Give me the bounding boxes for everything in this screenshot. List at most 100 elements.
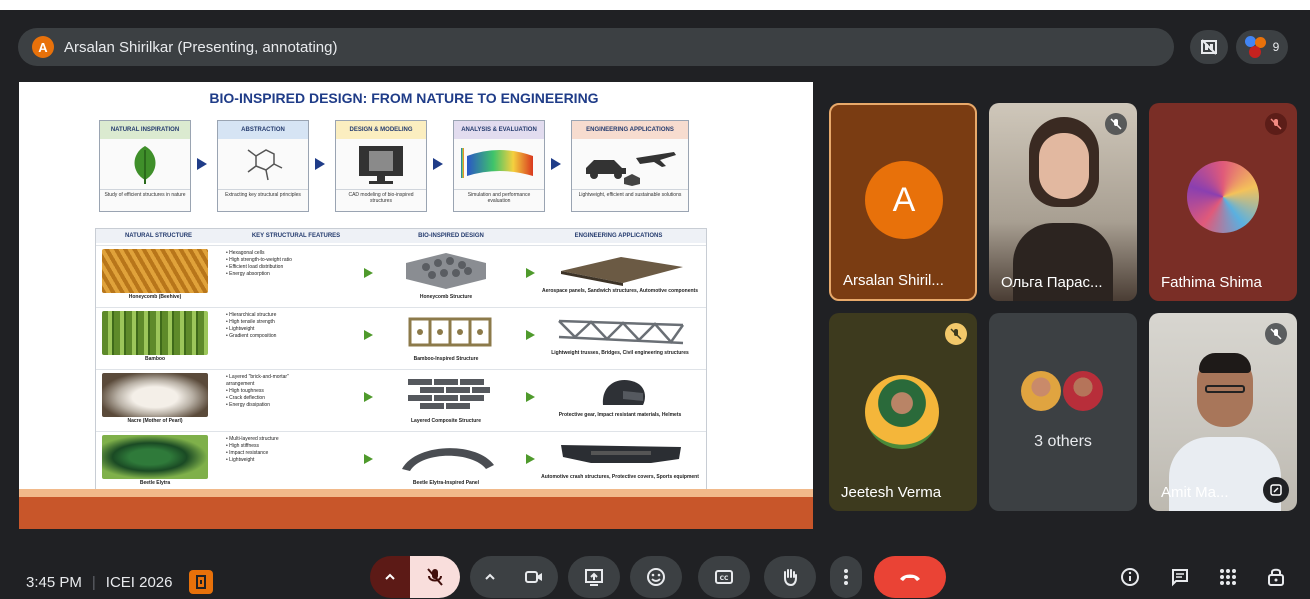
bumper-image	[551, 435, 691, 473]
bamboo-model-image	[386, 311, 506, 351]
feature-item: • Layered "brick-and-mortar"	[226, 374, 289, 380]
feature-item: • Hexagonal cells	[226, 250, 265, 256]
stage-heading: ENGINEERING APPLICATIONS	[572, 121, 688, 139]
participants-button[interactable]: 9	[1236, 30, 1288, 64]
slide-title: BIO-INSPIRED DESIGN: FROM NATURE TO ENGI…	[209, 90, 599, 106]
feature-item: • High tensile strength	[226, 319, 275, 325]
more-options-button[interactable]	[830, 556, 862, 598]
camera-button[interactable]	[510, 556, 558, 598]
design-name: Layered Composite Structure	[410, 418, 482, 424]
participant-name: Amit Ma...	[1161, 484, 1229, 501]
stage-analysis: ANALYSIS & EVALUATION Simulation and per…	[453, 120, 545, 212]
presenter-label: Arsalan Shirilkar (Presenting, annotatin…	[64, 38, 338, 56]
structure-name: Bamboo	[145, 356, 165, 362]
meeting-name: ICEI 2026	[105, 573, 173, 591]
stage-heading: DESIGN & MODELING	[336, 121, 426, 139]
layout-off-icon	[1201, 39, 1217, 55]
captions-button[interactable]: CC	[698, 556, 750, 598]
svg-text:CC: CC	[720, 575, 729, 582]
feature-item: • Multi-layered structure	[226, 436, 279, 442]
arrow-icon	[551, 158, 561, 170]
stage-caption: Extracting key structural principles	[218, 189, 308, 211]
arrow-icon	[197, 158, 207, 170]
feature-list: • Layered "brick-and-mortar" arrangement…	[226, 374, 356, 409]
arrow-icon	[433, 158, 443, 170]
meeting-details-button[interactable]	[1112, 556, 1148, 598]
feature-item: • Lightweight	[226, 457, 255, 463]
column-header: BIO-INSPIRED DESIGN	[371, 229, 531, 243]
table-row: Nacre (Mother of Pearl) • Layered "brick…	[96, 369, 706, 429]
leave-call-button[interactable]	[874, 556, 946, 598]
meet-window: A Arsalan Shirilkar (Presenting, annotat…	[0, 10, 1310, 599]
design-name: Honeycomb Structure	[419, 294, 473, 300]
meeting-info: 3:45 PM | ICEI 2026	[26, 570, 213, 594]
car-plane-icon	[572, 139, 688, 189]
presenter-bar[interactable]: A Arsalan Shirilkar (Presenting, annotat…	[18, 28, 1174, 66]
tile-arsalan[interactable]: A Arsalan Shiril...	[829, 103, 977, 301]
beetle-image	[102, 435, 208, 479]
others-label: 3 others	[1034, 433, 1092, 450]
face-shape	[1039, 133, 1089, 199]
host-controls-button[interactable]	[1258, 556, 1294, 598]
avatar	[1063, 371, 1103, 411]
monitor-icon	[336, 139, 426, 189]
panel-image	[551, 249, 691, 287]
arrow-icon	[526, 268, 535, 278]
feature-item: • Hierarchical structure	[226, 312, 277, 318]
stage-caption: Lightweight, efficient and sustainable s…	[572, 189, 688, 211]
nacre-image	[102, 373, 208, 417]
control-bar: 3:45 PM | ICEI 2026 CC	[0, 546, 1310, 599]
chat-button[interactable]	[1162, 556, 1198, 598]
hide-tiles-button[interactable]	[1190, 30, 1228, 64]
feature-item: • High strength-to-weight ratio	[226, 257, 292, 263]
info-icon	[1121, 568, 1139, 586]
slide-footer-band	[19, 489, 813, 529]
separator: |	[91, 573, 96, 591]
emoji-icon	[647, 568, 665, 586]
participants-avatars-icon	[1244, 36, 1267, 58]
tile-olga[interactable]: Ольга Парас...	[989, 103, 1137, 301]
pin-icon[interactable]	[1263, 477, 1289, 503]
arrow-icon	[315, 158, 325, 170]
feature-item: • Energy absorption	[226, 271, 270, 277]
stage-caption: Simulation and performance evaluation	[454, 189, 544, 211]
avatar: A	[865, 161, 943, 239]
tile-jeetesh[interactable]: Jeetesh Verma	[829, 313, 977, 511]
column-header: ENGINEERING APPLICATIONS	[531, 229, 706, 243]
reactions-button[interactable]	[630, 556, 682, 598]
microphone-button[interactable]	[410, 556, 460, 598]
raise-hand-button[interactable]	[764, 556, 816, 598]
stage-heading: ABSTRACTION	[218, 121, 308, 139]
avatar	[865, 375, 939, 449]
present-screen-button[interactable]	[568, 556, 620, 598]
layered-composite-image	[386, 373, 506, 413]
companion-mode-icon[interactable]	[188, 570, 213, 594]
tile-fathima[interactable]: Fathima Shima	[1149, 103, 1297, 301]
chevron-up-icon	[485, 573, 495, 580]
audio-options-button[interactable]	[370, 556, 410, 598]
structure-name: Honeycomb (Beehive)	[128, 294, 182, 300]
captions-icon: CC	[715, 570, 733, 584]
application-text: Automotive crash structures, Protective …	[541, 474, 699, 480]
apps-grid-icon	[1220, 569, 1236, 585]
feature-item: • Energy dissipation	[226, 402, 270, 408]
shared-screen: BIO-INSPIRED DESIGN: FROM NATURE TO ENGI…	[19, 82, 813, 529]
stage-natural-inspiration: NATURAL INSPIRATION Study of efficient s…	[99, 120, 191, 212]
tile-amit[interactable]: Amit Ma...	[1149, 313, 1297, 511]
table-row: Beetle Elytra • Multi-layered structure …	[96, 431, 706, 491]
arrow-icon	[526, 330, 535, 340]
video-options-button[interactable]	[470, 556, 510, 598]
arrow-icon	[526, 454, 535, 464]
stage-heading: NATURAL INSPIRATION	[100, 121, 190, 139]
tile-others[interactable]: 3 others	[989, 313, 1137, 511]
activities-button[interactable]	[1210, 556, 1246, 598]
glasses-shape	[1205, 385, 1245, 393]
stage-heading: ANALYSIS & EVALUATION	[454, 121, 544, 139]
feature-item: • Gradient composition	[226, 333, 277, 339]
presenter-avatar: A	[32, 36, 54, 58]
feature-item: • Lightweight	[226, 326, 255, 332]
beetle-panel-image	[386, 435, 506, 475]
heatmap-icon	[454, 139, 544, 189]
column-header: NATURAL STRUCTURE	[96, 229, 221, 243]
arrow-icon	[364, 268, 373, 278]
